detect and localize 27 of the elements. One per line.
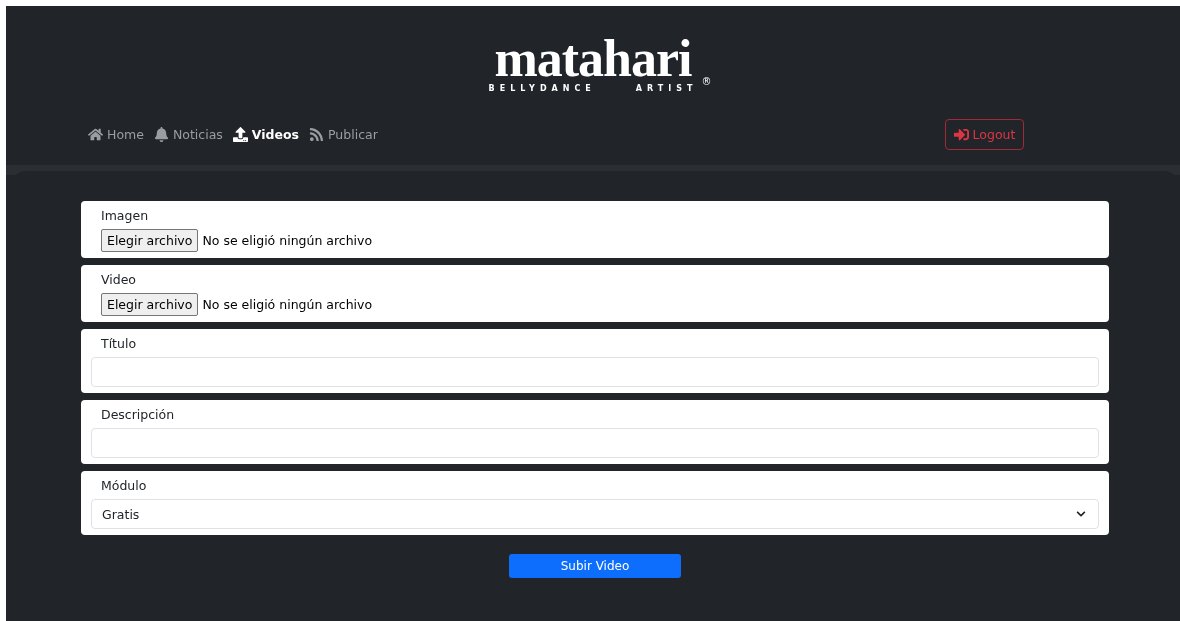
sign-in-icon: [953, 127, 969, 142]
file-status: No se eligió ningún archivo: [202, 297, 373, 312]
rss-icon: [309, 127, 324, 142]
field-label: Video: [101, 272, 138, 287]
logo-tagline: ARTIST: [635, 84, 698, 93]
field-label: Descripción: [101, 407, 176, 422]
registered-mark: ®: [701, 76, 712, 87]
logout-button[interactable]: Logout: [945, 119, 1024, 150]
nav-link[interactable]: Home: [88, 127, 144, 142]
field-label: Imagen: [101, 208, 150, 223]
nav-link[interactable]: Videos: [232, 127, 299, 142]
chevron-down-icon: [1076, 509, 1086, 519]
choose-file-button[interactable]: Elegir archivo: [101, 293, 199, 316]
nav-link[interactable]: Publicar: [309, 127, 378, 142]
upload-icon: [232, 127, 248, 142]
field-label: Título: [101, 336, 138, 351]
logo-tagline: BELLYDANCE: [488, 84, 596, 93]
submit-button[interactable]: Subir Video: [509, 554, 681, 578]
text-field[interactable]: [91, 357, 1099, 387]
nav-link[interactable]: Noticias: [153, 127, 223, 142]
field-label: Módulo: [101, 478, 148, 493]
text-field[interactable]: [91, 428, 1099, 458]
file-status: No se eligió ningún archivo: [202, 233, 373, 248]
module-select[interactable]: Gratis: [91, 499, 1099, 529]
home-icon: [88, 127, 103, 142]
bell-icon: [153, 127, 169, 142]
choose-file-button[interactable]: Elegir archivo: [101, 229, 199, 252]
